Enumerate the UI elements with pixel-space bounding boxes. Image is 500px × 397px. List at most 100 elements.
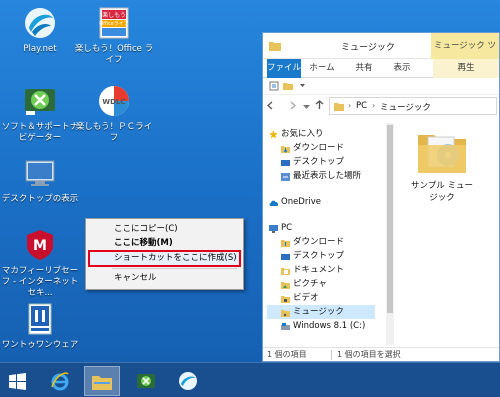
ie-button[interactable]	[42, 366, 78, 396]
internet-explorer-icon	[50, 371, 70, 393]
pc-icon	[269, 224, 278, 233]
nav-desktop[interactable]: デスクトップ	[267, 155, 375, 169]
drive-icon	[281, 322, 290, 330]
desktop-icon-label: ソフト＆サポートナビゲーター	[1, 122, 79, 143]
nav-pc-pictures[interactable]: ピクチャ	[267, 277, 375, 291]
address-bar[interactable]: › PC › ミュージック	[329, 97, 497, 115]
tab-view[interactable]: 表示	[387, 59, 417, 78]
taskbar	[0, 362, 500, 397]
one-to-one-ware-icon	[23, 302, 57, 336]
nav-onedrive[interactable]: OneDrive	[267, 195, 375, 209]
explorer-button[interactable]	[84, 366, 120, 396]
nav-pc-music[interactable]: ミュージック	[267, 305, 375, 319]
status-separator	[331, 350, 332, 360]
documents-folder-icon	[281, 266, 290, 275]
desktop-icon-mcafee[interactable]: M マカフィーリブセーフ - インターネットセキ...	[0, 228, 80, 299]
nav-pc-drive-c[interactable]: Windows 8.1 (C:)	[267, 319, 375, 333]
explorer-window: ミュージック ミュージック ツール ファイル ホーム 共有 表示 再生	[262, 32, 500, 362]
start-button[interactable]	[0, 366, 36, 396]
play-net-button[interactable]	[170, 366, 206, 396]
navigator-button[interactable]	[128, 366, 164, 396]
nav-pc-videos[interactable]: ビデオ	[267, 291, 375, 305]
desktop-icon-label: 楽しもう！ＰＣライフ	[75, 122, 153, 143]
breadcrumb-separator: ›	[372, 101, 376, 110]
svg-text:Officeライフ: Officeライフ	[99, 21, 129, 27]
navigation-pane: お気に入り ダウンロード デスクトップ 最近表示した場所 OneDrive PC	[267, 127, 375, 333]
desktop-icon-soft-support-navigator[interactable]: ソフト＆サポートナビゲーター	[0, 84, 80, 144]
tab-file[interactable]: ファイル	[267, 59, 301, 78]
tab-share[interactable]: 共有	[349, 59, 379, 78]
play-net-icon	[178, 371, 198, 393]
windows-logo-icon	[9, 373, 26, 392]
properties-icon[interactable]	[269, 81, 279, 93]
svg-text:M: M	[33, 238, 47, 254]
desktop: Play.net 楽しもう Officeライフ 楽しもう！Office ライフ	[0, 0, 500, 362]
content-item-sample-music[interactable]: サンプル ミュージック	[407, 123, 477, 203]
menu-item-copy-here[interactable]: ここにコピー(C)	[88, 223, 241, 236]
desktop-icon-pc-life[interactable]: WDLC 楽しもう！ＰＣライフ	[74, 84, 154, 144]
status-selected-count: 1 個の項目を選択	[337, 350, 401, 359]
nav-favorites[interactable]: お気に入り	[267, 127, 375, 141]
breadcrumb-separator: ›	[348, 101, 352, 110]
music-folder-icon	[281, 308, 290, 317]
status-bar: 1 個の項目 1 個の項目を選択	[263, 347, 499, 361]
dropdown-arrow-icon[interactable]	[299, 82, 306, 91]
mcafee-icon: M	[23, 228, 57, 262]
soft-support-navigator-icon	[23, 84, 57, 118]
desktop-icon-office-life[interactable]: 楽しもう Officeライフ 楽しもう！Office ライフ	[74, 6, 154, 66]
breadcrumb-music[interactable]: ミュージック	[380, 101, 431, 113]
content-item-label: サンプル ミュージック	[411, 181, 473, 203]
desktop-icon-one-to-one-ware[interactable]: ワントゥワンウェア	[0, 302, 80, 351]
ribbon-tabs: ファイル ホーム 共有 表示 再生	[263, 59, 499, 78]
up-arrow-icon[interactable]	[315, 100, 324, 112]
nav-pc-documents[interactable]: ドキュメント	[267, 263, 375, 277]
office-life-icon: 楽しもう Officeライフ	[97, 6, 131, 40]
breadcrumb-pc[interactable]: PC	[356, 101, 367, 111]
desktop-icon-show-desktop[interactable]: デスクトップの表示	[0, 156, 80, 205]
music-folder-icon	[334, 102, 344, 113]
recent-places-icon	[281, 172, 290, 181]
nav-scrollbar[interactable]	[386, 123, 394, 345]
folder-icon	[269, 40, 281, 53]
tab-home[interactable]: ホーム	[305, 59, 339, 78]
svg-text:WDLC: WDLC	[102, 98, 125, 106]
desktop-icon-label: マカフィーリブセーフ - インターネットセキ...	[1, 266, 79, 298]
quick-access-toolbar	[263, 78, 499, 95]
nav-recent-places[interactable]: 最近表示した場所	[267, 169, 375, 183]
nav-pc-desktop[interactable]: デスクトップ	[267, 249, 375, 263]
window-title: ミュージック	[341, 43, 395, 53]
recent-dropdown-icon[interactable]	[303, 103, 310, 112]
back-arrow-icon[interactable]	[265, 101, 274, 112]
play-net-icon	[23, 6, 57, 40]
file-explorer-icon	[92, 373, 112, 393]
nav-pc[interactable]: PC	[267, 221, 375, 235]
context-menu: ここにコピー(C) ここに移動(M) ショートカットをここに作成(S) キャンセ…	[85, 218, 244, 290]
menu-separator	[112, 268, 237, 269]
pc-life-icon: WDLC	[97, 84, 131, 118]
desktop-icon-label: Play.net	[23, 44, 57, 54]
menu-item-cancel[interactable]: キャンセル	[88, 272, 241, 285]
music-folder-icon	[414, 123, 470, 179]
soft-support-navigator-icon	[136, 371, 156, 393]
desktop-folder-icon	[281, 252, 290, 260]
scrollbar-thumb[interactable]	[387, 125, 393, 313]
contextual-tab-music-tools[interactable]: ミュージック ツール	[431, 33, 499, 77]
nav-downloads[interactable]: ダウンロード	[267, 141, 375, 155]
forward-arrow-icon[interactable]	[289, 101, 298, 112]
menu-item-create-shortcut-here[interactable]: ショートカットをここに作成(S)	[88, 250, 241, 267]
title-bar[interactable]: ミュージック ミュージック ツール	[263, 33, 499, 77]
tab-play[interactable]: 再生	[433, 59, 499, 78]
svg-text:楽しもう: 楽しもう	[102, 11, 126, 19]
download-folder-icon	[281, 144, 290, 153]
new-folder-icon[interactable]	[283, 81, 293, 93]
desktop-icon-label: 楽しもう！Office ライフ	[74, 44, 154, 65]
nav-pc-downloads[interactable]: ダウンロード	[267, 235, 375, 249]
videos-folder-icon	[281, 294, 290, 303]
onedrive-icon	[269, 198, 279, 206]
pictures-folder-icon	[281, 280, 290, 289]
desktop-icon-play-net[interactable]: Play.net	[0, 6, 80, 55]
desktop-icon-label: デスクトップの表示	[1, 194, 79, 204]
desktop-folder-icon	[281, 158, 290, 166]
status-item-count: 1 個の項目	[267, 350, 307, 359]
menu-item-move-here[interactable]: ここに移動(M)	[88, 237, 241, 250]
